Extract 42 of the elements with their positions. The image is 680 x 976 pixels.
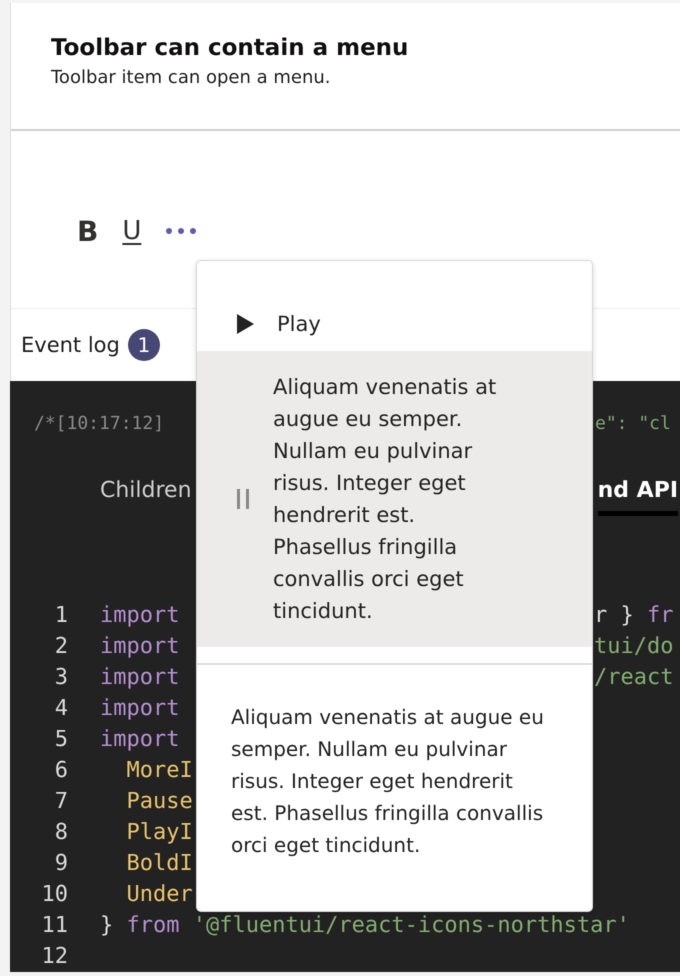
code-line: import xyxy=(100,633,180,661)
event-log-label: Event log xyxy=(21,333,120,357)
menu-item[interactable]: Play xyxy=(197,297,592,351)
line-number: 9 xyxy=(54,850,68,878)
line-number: 11 xyxy=(40,912,68,940)
line-number: 3 xyxy=(54,664,68,692)
line-number: 1 xyxy=(54,602,68,630)
line-number: 7 xyxy=(54,788,68,816)
pause-icon xyxy=(235,488,251,510)
code-line: import xyxy=(100,695,180,723)
code-line: MoreI xyxy=(125,757,193,785)
count-badge: 1 xyxy=(128,329,160,361)
line-number: 8 xyxy=(54,819,68,847)
code-line: BoldI xyxy=(125,850,193,878)
line-number: 5 xyxy=(54,726,68,754)
code-line: import xyxy=(100,664,180,692)
code-line: /react xyxy=(594,664,674,692)
bold-button[interactable]: B xyxy=(75,211,100,251)
menu-text: Aliquam venenatis at augue eu semper. Nullam eu pulvinar risus. Integer eget hendrerit est. Phasellus fringilla convallis orci eget tincidunt. xyxy=(230,704,545,859)
code-line: PlayI xyxy=(125,819,193,847)
code-line: Under xyxy=(125,881,193,909)
line-number: 12 xyxy=(40,943,68,971)
line-number: 2 xyxy=(54,633,68,661)
code-line: r } fr xyxy=(594,602,674,630)
line-number: 4 xyxy=(54,695,68,723)
underline-button[interactable]: U xyxy=(120,211,144,251)
code-tab[interactable]: Children xyxy=(100,478,192,511)
code-tab[interactable]: nd API xyxy=(598,478,678,516)
line-number: 10 xyxy=(40,881,68,909)
log-entry: e": "cl xyxy=(595,413,671,434)
section-title: Toolbar can contain a menu xyxy=(51,35,410,61)
menu-item[interactable]: Aliquam venenatis at augue eu semper. Nullam eu pulvinar risus. Integer eget hendrerit est. Phasellus fringilla convallis orci eget tincidunt. xyxy=(197,351,592,647)
log-entry: /*[10:17:12] xyxy=(34,413,164,434)
line-number: 6 xyxy=(54,757,68,785)
play-icon xyxy=(235,313,255,335)
code-line: import xyxy=(100,602,180,630)
more-icon xyxy=(165,227,198,235)
code-line: import xyxy=(100,726,180,754)
code-line: tui/do xyxy=(594,633,674,661)
code-line: } from '@fluentui/react-icons-northstar' xyxy=(100,912,630,940)
section-description: Toolbar item can open a menu. xyxy=(51,67,332,88)
code-line: Pause xyxy=(125,788,193,816)
